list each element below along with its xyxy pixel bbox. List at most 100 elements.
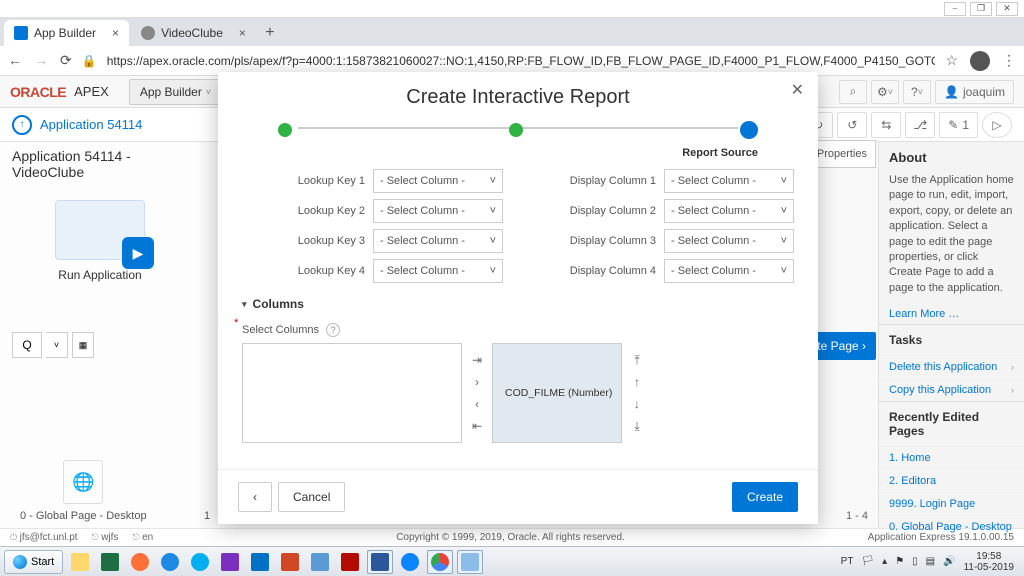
help-icon[interactable]: ? [326,323,340,337]
select-lookup-key-3[interactable]: - Select Column -˅ [373,229,503,253]
taskbar-ie-icon[interactable] [157,550,183,574]
tool-merge-icon[interactable]: ⇆ [871,112,901,138]
run-application-card[interactable]: ▶ Run Application [12,200,188,282]
taskbar-explorer-icon[interactable] [67,550,93,574]
shuttle-move-left-icon[interactable]: ‹ [468,395,486,413]
task-copy-app[interactable]: Copy this Application› [879,378,1024,401]
windows-taskbar: Start PT 🏳 ▴ ⚑ ▯ ▤ 🔊 19:58 11-05-2019 [0,546,1024,576]
page-card-one[interactable]: 1 [204,510,210,522]
url-text[interactable]: https://apex.oracle.com/pls/apex/f?p=400… [107,54,936,68]
shuttle-move-all-right-icon[interactable]: ⇥ [468,351,486,369]
win-minimize[interactable]: ⎯ [944,2,966,16]
close-tab-icon[interactable]: × [239,26,246,40]
cancel-button[interactable]: Cancel [278,482,345,512]
page-card-global[interactable]: 🌐 0 - Global Page - Desktop [20,460,147,522]
browser-tab-appbuilder[interactable]: App Builder × [4,20,129,46]
dialog-close-icon[interactable]: ✕ [791,80,804,100]
help-icon[interactable]: ?˅ [903,80,931,104]
status-workspace[interactable]: wjfs [92,532,119,543]
taskbar-thunderbird-icon[interactable] [397,550,423,574]
browser-tab-videoclube[interactable]: VideoClube × [131,20,256,46]
recent-page-home[interactable]: 1. Home [879,446,1024,469]
taskbar-firefox-icon[interactable] [127,550,153,574]
tray-clock[interactable]: 19:58 11-05-2019 [964,551,1014,573]
up-nav-icon[interactable]: ↑ [12,115,32,135]
shuttle-option[interactable]: NOME_FILME (Varchar2) [618,386,622,400]
wizard-back-button[interactable]: ‹ [238,482,272,512]
page-favicon [141,26,155,40]
shuttle-move-right-icon[interactable]: › [468,373,486,391]
taskbar-skype-icon[interactable] [187,550,213,574]
shuttle-selected[interactable]: COD_FILME (Number)NOME_FILME (Varchar2)A… [492,343,622,443]
taskbar-snip-icon[interactable] [307,550,333,574]
taskbar-sqldev-icon[interactable] [457,550,483,574]
status-copyright: Copyright © 1999, 2019, Oracle. All righ… [396,532,625,543]
close-tab-icon[interactable]: × [112,26,119,40]
kebab-menu-icon[interactable]: ⋮ [1002,52,1016,69]
status-user[interactable]: jfs@fct.unl.pt [10,532,78,543]
select-display-col-4[interactable]: - Select Column -˅ [664,259,794,283]
tray-battery-icon[interactable]: ▯ [912,556,918,567]
shuttle-move-top-icon[interactable]: ⤒ [628,351,646,369]
recent-page-editora[interactable]: 2. Editora [879,469,1024,492]
start-button[interactable]: Start [4,550,63,574]
shuttle-move-bottom-icon[interactable]: ⤓ [628,417,646,435]
select-lookup-key-4[interactable]: - Select Column -˅ [373,259,503,283]
page-card-label: 0 - Global Page - Desktop [20,510,147,522]
new-tab-button[interactable]: + [258,24,282,46]
wizard-step-3-icon [740,121,758,139]
taskbar-onenote-icon[interactable] [217,550,243,574]
shuttle-available[interactable] [242,343,462,443]
taskbar-chrome-icon[interactable] [427,550,453,574]
breadcrumb-app[interactable]: Application 54114 [40,117,142,132]
tray-volume-icon[interactable]: 🔊 [943,556,955,567]
learn-more-link[interactable]: Learn More … [879,304,1024,324]
select-lookup-key-1[interactable]: - Select Column -˅ [373,169,503,193]
bookmark-icon[interactable]: ☆ [945,52,958,69]
win-close[interactable]: ✕ [996,2,1018,16]
nav-forward-icon[interactable]: → [34,52,48,69]
task-delete-app[interactable]: Delete this Application› [879,355,1024,378]
shuttle-move-up-icon[interactable]: ↑ [628,373,646,391]
lock-icon[interactable]: 🔒 [82,54,97,68]
select-display-col-3[interactable]: - Select Column -˅ [664,229,794,253]
view-toggle-icon[interactable]: ▦ [72,332,94,358]
shuttle-move-down-icon[interactable]: ↓ [628,395,646,413]
recent-page-login[interactable]: 9999. Login Page [879,492,1024,515]
admin-icon[interactable]: ⚙˅ [871,80,899,104]
columns-section-toggle[interactable]: ▾ Columns [242,297,794,311]
tool-run-icon[interactable]: ▷ [982,112,1012,138]
nav-reload-icon[interactable]: ⟳ [60,52,72,69]
taskbar-pdf-icon[interactable] [337,550,363,574]
profile-avatar-icon[interactable] [970,51,990,71]
shuttle-move-all-left-icon[interactable]: ⇤ [468,417,486,435]
taskbar-excel-icon[interactable] [97,550,123,574]
status-lang[interactable]: en [132,532,153,543]
taskbar-word-icon[interactable] [367,550,393,574]
clock-date: 11-05-2019 [964,562,1014,573]
search-dropdown-icon[interactable]: ˅ [46,332,68,358]
select-lookup-key-2[interactable]: - Select Column -˅ [373,199,503,223]
win-maximize[interactable]: ❐ [970,2,992,16]
chevron-right-icon: › [1011,385,1014,395]
tray-network-icon[interactable]: ▤ [926,556,935,567]
taskbar-outlook-icon[interactable] [247,550,273,574]
tool-edit-page[interactable]: ✎1 [939,112,978,138]
page-search-input[interactable]: Q [12,332,42,358]
tray-flag-icon[interactable]: 🏳 [861,556,874,567]
tool-undo-icon[interactable]: ↺ [837,112,867,138]
select-display-col-1[interactable]: - Select Column -˅ [664,169,794,193]
recent-page-global[interactable]: 0. Global Page - Desktop [879,515,1024,538]
nav-back-icon[interactable]: ← [8,52,22,69]
select-display-col-2[interactable]: - Select Column -˅ [664,199,794,223]
tray-lang[interactable]: PT [841,556,854,567]
search-icon[interactable]: ⌕ [839,80,867,104]
shuttle-option[interactable]: COD_FILME (Number) [499,386,618,400]
user-menu[interactable]: 👤joaquim [935,80,1014,104]
create-button[interactable]: Create [732,482,798,512]
tray-up-icon[interactable]: ▴ [882,556,887,567]
taskbar-powerpoint-icon[interactable] [277,550,303,574]
tray-action-center-icon[interactable]: ⚑ [895,556,904,567]
tool-branch-icon[interactable]: ⎇ [905,112,935,138]
menu-app-builder[interactable]: App Builder˅ [129,79,222,105]
